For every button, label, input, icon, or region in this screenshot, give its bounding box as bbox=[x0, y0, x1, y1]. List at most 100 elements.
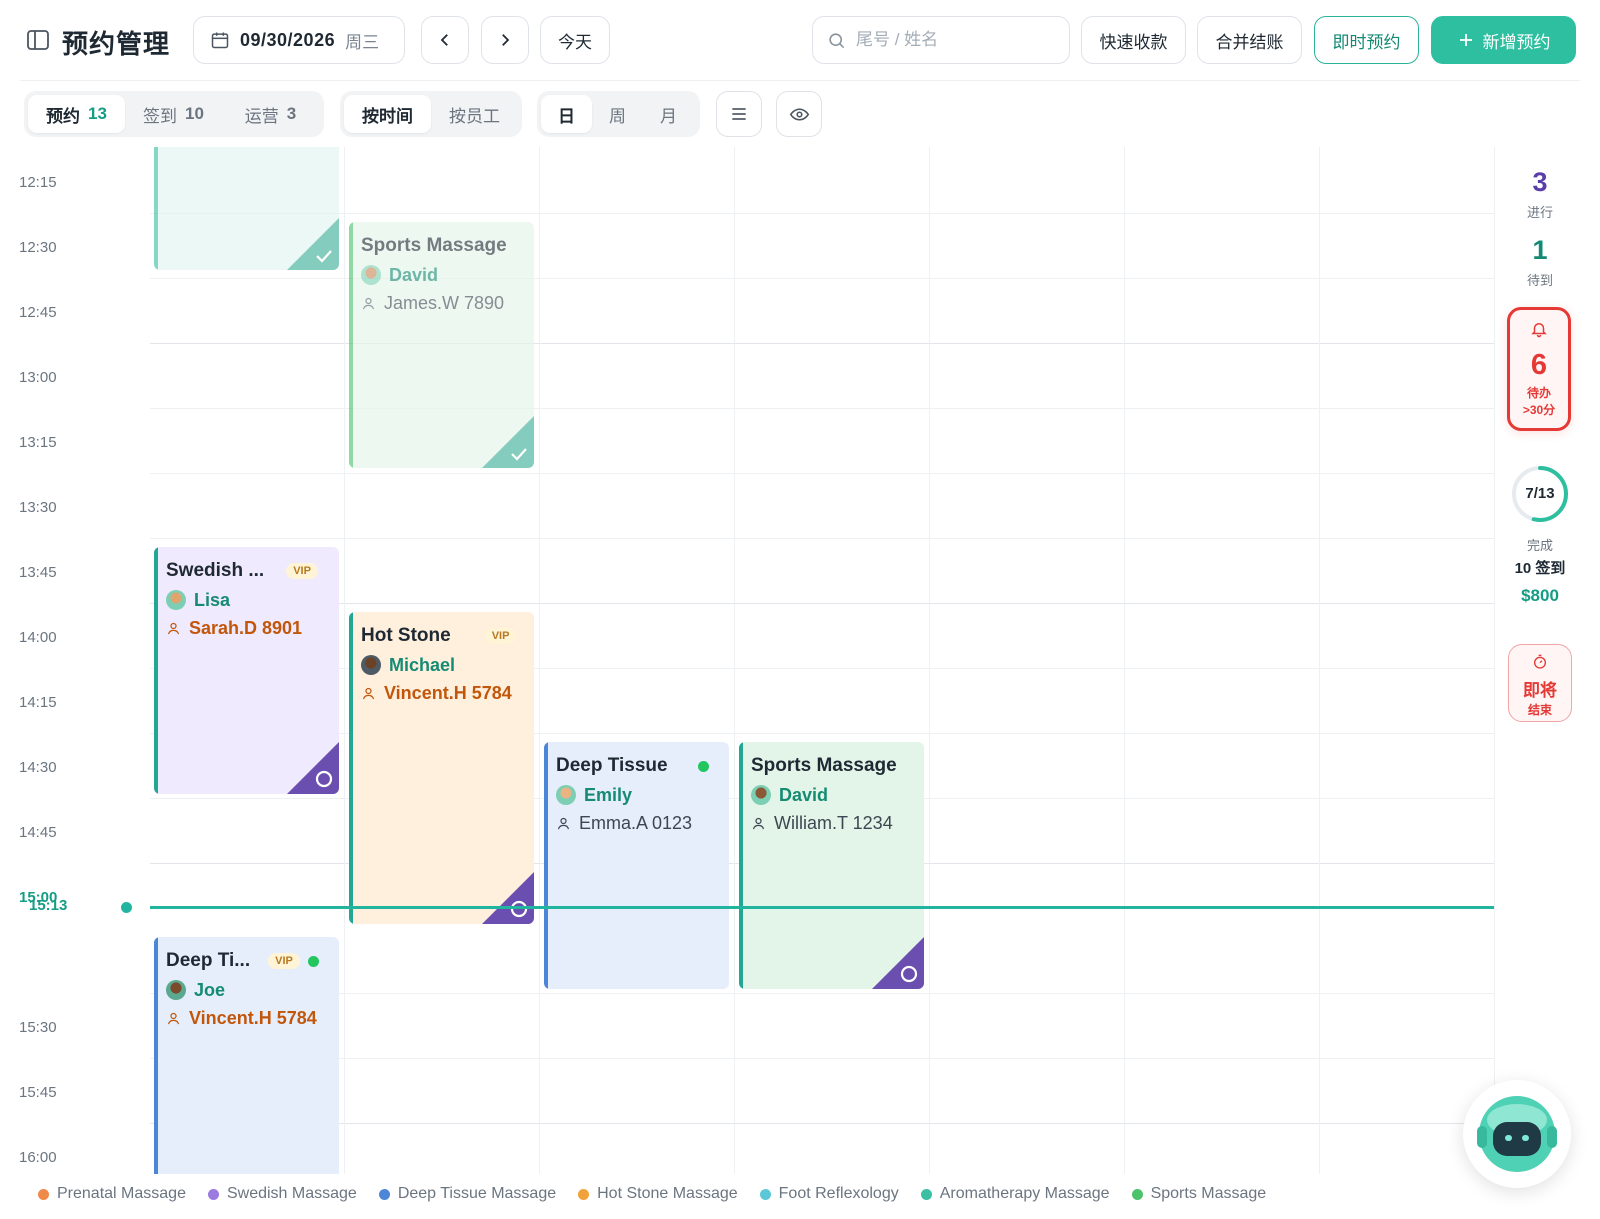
time-label: 12:15 bbox=[19, 174, 57, 191]
time-label: 14:30 bbox=[19, 759, 57, 776]
in-progress-count: 3 bbox=[1532, 167, 1548, 197]
vip-badge: VIP bbox=[268, 953, 300, 969]
eye-icon bbox=[789, 107, 809, 121]
pending-count: 6 bbox=[1530, 349, 1548, 381]
waiting-count: 1 bbox=[1532, 235, 1548, 265]
service-name: Sports Massage bbox=[361, 235, 507, 256]
client-name: William.T 1234 bbox=[774, 812, 893, 833]
tab-checkins-label: 签到 bbox=[143, 106, 178, 126]
range-tabs: 日 周 月 bbox=[537, 91, 700, 137]
client-name: Vincent.H 5784 bbox=[189, 1007, 317, 1028]
assistant-bot-button[interactable] bbox=[1463, 1080, 1571, 1188]
grid-column-line bbox=[734, 147, 735, 1174]
next-day-button[interactable] bbox=[481, 16, 529, 64]
therapist-name: Lisa bbox=[194, 589, 231, 610]
client-name: Sarah.D 8901 bbox=[189, 617, 303, 638]
tab-by-staff[interactable]: 按员工 bbox=[431, 95, 518, 133]
previous-day-button[interactable] bbox=[421, 16, 469, 64]
appointment-card[interactable]: Sports Massage David James.W 7890 bbox=[349, 222, 534, 468]
instant-booking-button[interactable]: 即时预约 bbox=[1314, 16, 1419, 64]
legend-item: Prenatal Massage bbox=[38, 1185, 186, 1203]
time-label: 13:00 bbox=[19, 369, 57, 386]
legend-label: Foot Reflexology bbox=[778, 1185, 899, 1202]
legend-item: Sports Massage bbox=[1131, 1185, 1267, 1203]
tab-week[interactable]: 周 bbox=[592, 95, 643, 133]
tab-by-time[interactable]: 按时间 bbox=[344, 95, 431, 133]
tab-checkins[interactable]: 签到 10 bbox=[125, 95, 222, 133]
sidebar-toggle-icon[interactable] bbox=[26, 28, 50, 52]
pending-status-icon bbox=[287, 742, 339, 794]
grid-line bbox=[150, 1123, 1494, 1124]
list-view-button[interactable] bbox=[716, 91, 762, 137]
search-input[interactable] bbox=[856, 30, 1056, 50]
appointment-card[interactable]: Sports Massage David William.T 1234 bbox=[739, 742, 924, 989]
therapist-avatar bbox=[361, 655, 381, 675]
therapist-avatar bbox=[166, 590, 186, 610]
therapist-name: Joe bbox=[194, 979, 226, 1000]
ending-soon-sub-label: 结束 bbox=[1527, 703, 1552, 717]
grid-column-line bbox=[1319, 147, 1320, 1174]
therapist-avatar bbox=[166, 980, 186, 1000]
search-box[interactable] bbox=[812, 16, 1070, 64]
tab-operations-count: 3 bbox=[286, 104, 297, 123]
tab-month[interactable]: 月 bbox=[643, 95, 694, 133]
appointment-card[interactable]: Hot Stone VIP Michael Vincent.H 5784 bbox=[349, 612, 534, 924]
time-label: 16:00 bbox=[19, 1149, 57, 1166]
therapist-name: David bbox=[779, 784, 829, 805]
online-status-dot bbox=[307, 955, 319, 967]
legend-label: Aromatherapy Massage bbox=[939, 1185, 1110, 1202]
appointment-color-bar bbox=[154, 147, 158, 270]
tab-day[interactable]: 日 bbox=[541, 95, 592, 133]
appointment-card[interactable]: Swedish ... VIP Lisa Sarah.D 8901 bbox=[154, 547, 339, 794]
quick-pay-button[interactable]: 快速收款 bbox=[1081, 16, 1186, 64]
tab-bookings[interactable]: 预约 13 bbox=[28, 95, 125, 133]
new-booking-label: 新增预约 bbox=[1482, 32, 1551, 52]
ending-soon-card[interactable]: 即将 结束 bbox=[1508, 644, 1572, 722]
tab-bookings-count: 13 bbox=[88, 104, 107, 123]
time-label: 13:15 bbox=[19, 434, 57, 451]
new-booking-button[interactable]: 新增预约 bbox=[1431, 16, 1576, 64]
legend-dot bbox=[759, 1188, 771, 1200]
appointment-title: Sports Massage bbox=[361, 234, 524, 258]
visibility-button[interactable] bbox=[776, 91, 822, 137]
appointment-card[interactable]: Deep Tissue Emily Emma.A 0123 bbox=[544, 742, 729, 989]
legend-label: Sports Massage bbox=[1150, 1185, 1267, 1202]
legend-item: Foot Reflexology bbox=[759, 1185, 899, 1203]
chevron-left-icon bbox=[440, 34, 448, 46]
grid-line bbox=[150, 1058, 1494, 1059]
time-label: 14:00 bbox=[19, 629, 57, 646]
page-title: 预约管理 bbox=[62, 29, 171, 59]
appointment-card[interactable]: Deep Ti... VIP Joe Vincent.H 5784 bbox=[154, 937, 339, 1174]
appointment-title: Swedish ... VIP bbox=[166, 559, 329, 583]
legend-dot bbox=[920, 1188, 932, 1200]
tab-operations[interactable]: 运营 3 bbox=[222, 95, 319, 133]
service-legend: Prenatal Massage Swedish Massage Deep Ti… bbox=[38, 1185, 1266, 1203]
legend-item: Swedish Massage bbox=[207, 1185, 357, 1203]
pending-alert-card[interactable]: 6 待办 >30分 bbox=[1507, 307, 1571, 431]
top-header: 预约管理 09/30/2026 周三 今天 快速收款 合并结账 即时预约 新增预… bbox=[20, 16, 1580, 64]
status-filter-tabs: 预约 13 签到 10 运营 3 bbox=[24, 91, 324, 137]
menu-lines-icon bbox=[732, 108, 746, 120]
pending-status-icon bbox=[872, 937, 924, 989]
grid-column-line bbox=[344, 147, 345, 1174]
vip-badge: VIP bbox=[484, 628, 517, 644]
current-time-label: 15:13 bbox=[29, 897, 68, 914]
bell-icon bbox=[1531, 323, 1547, 338]
time-label: 15:45 bbox=[19, 1084, 57, 1101]
appointment-card[interactable] bbox=[154, 147, 339, 270]
calendar-icon bbox=[211, 32, 229, 49]
robot-assistant-icon bbox=[1477, 1096, 1557, 1172]
legend-item: Aromatherapy Massage bbox=[920, 1185, 1110, 1203]
day-calendar-grid: 12:15 12:30 12:45 13:00 13:15 13:30 13:4… bbox=[0, 147, 1494, 1174]
today-button[interactable]: 今天 bbox=[540, 16, 610, 64]
appointment-color-bar bbox=[349, 222, 353, 468]
user-icon bbox=[167, 622, 180, 634]
legend-dot bbox=[578, 1188, 590, 1200]
pending-label: 待办 bbox=[1526, 386, 1551, 400]
user-icon bbox=[362, 297, 375, 309]
completion-label: 完成 bbox=[1526, 538, 1553, 553]
tab-operations-label: 运营 bbox=[244, 106, 279, 126]
date-picker-button[interactable]: 09/30/2026 周三 bbox=[193, 16, 405, 64]
current-weekday: 周三 bbox=[345, 32, 380, 52]
merge-bill-button[interactable]: 合并结账 bbox=[1197, 16, 1302, 64]
